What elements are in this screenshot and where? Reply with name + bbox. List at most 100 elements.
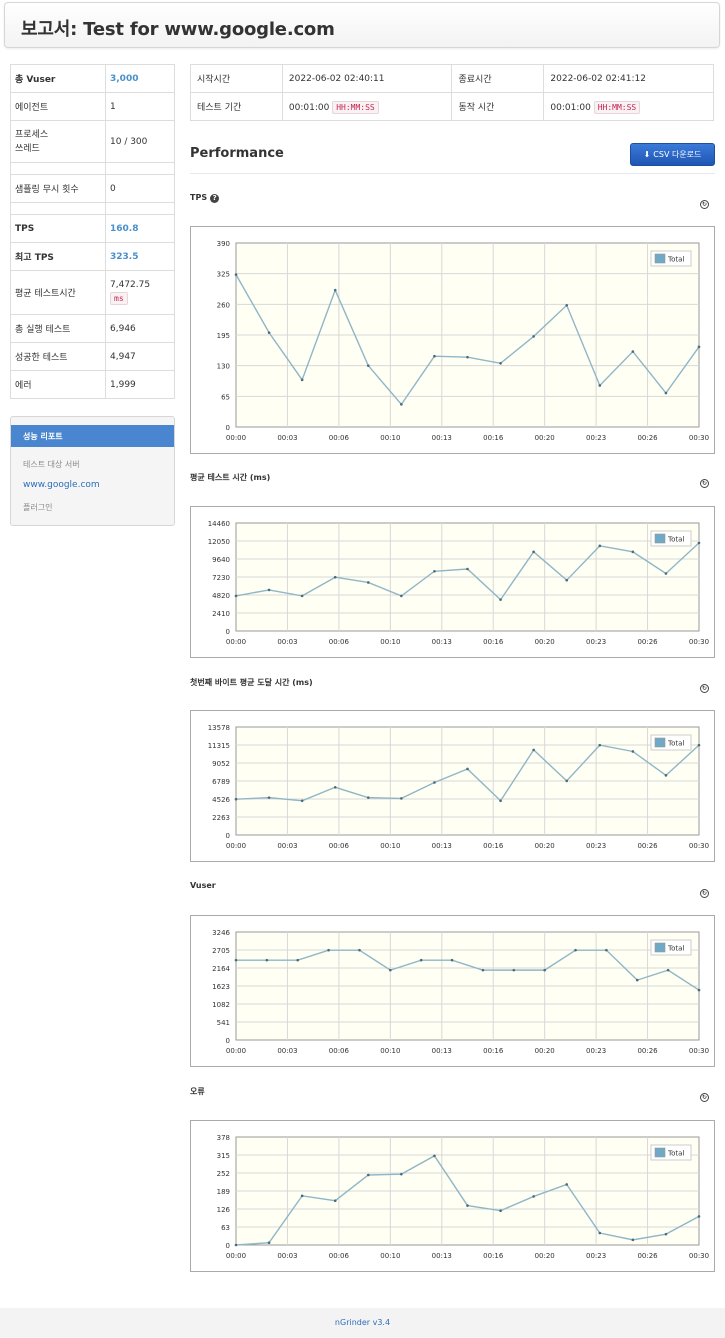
data-point [666,968,670,972]
x-tick-label: 00:00 [226,434,246,442]
summary-label: 프로세스 쓰레드 [10,120,106,163]
y-tick-label: 7230 [212,574,230,582]
summary-spacer [10,162,175,175]
x-tick-label: 00:13 [432,842,452,850]
x-tick-label: 00:23 [586,1252,606,1260]
unit-badge: HH:MM:SS [332,101,379,114]
data-point [499,598,502,601]
y-tick-label: 2164 [212,965,230,973]
summary-label: 에이전트 [10,92,106,121]
data-point [466,767,469,771]
end-time-label: 종료시간 [451,64,545,93]
chart-tps: 390 325 260 195 130 65 0 00:00 00:03 00:06 00:10 00… [190,226,715,454]
summary-table: 총 Vuser 3,000 에이전트 1 프로세스 쓰레드 10 / 300 샘… [10,64,175,399]
nav-link-target-host[interactable]: www.google.com [11,470,174,490]
chart-mean-test-time-svg: 14460 12050 9640 7230 4820 2410 0 00:00 00:03 00:… [208,520,709,646]
report-nav-panel: 성능 리포트 테스트 대상 서버 www.google.com 플러그인 [10,416,175,526]
chart-title-vuser: Vuser [190,881,216,890]
y-tick-label: 126 [217,1206,231,1214]
x-tick-label: 00:13 [432,1252,452,1260]
x-tick-label: 00:13 [432,638,452,646]
data-point [664,774,668,777]
x-tick-label: 00:03 [277,638,297,646]
data-point [267,796,271,799]
data-point [366,364,370,367]
x-tick-label: 00:20 [535,434,555,442]
summary-row-errors: 에러 1,999 [10,370,175,399]
expand-icon[interactable]: ↻ [700,684,709,693]
summary-value: 160.8 [105,214,175,243]
x-tick-label: 00:20 [535,1252,555,1260]
footer-version[interactable]: nGrinder v3.4 [335,1318,390,1327]
data-point [433,354,436,358]
data-point [664,1232,668,1236]
y-tick-label: 4820 [212,592,230,600]
legend-swatch [654,1147,666,1158]
nav-header-performance-report[interactable]: 성능 리포트 [11,425,174,447]
footer: nGrinder v3.4 [0,1308,725,1338]
y-tick-label: 6789 [212,778,230,786]
expand-icon[interactable]: ↻ [700,889,709,898]
x-tick-label: 00:30 [689,1047,709,1055]
x-tick-label: 00:23 [586,434,606,442]
chart-tps-svg: 390 325 260 195 130 65 0 00:00 00:03 00:06 00:10 00… [217,240,709,442]
expand-icon[interactable]: ↻ [700,479,709,488]
summary-label: 총 Vuser [10,64,106,93]
x-tick-label: 00:26 [637,1252,658,1260]
run-time-label: 동작 시간 [451,92,545,121]
chart-time-to-first-byte-svg: 13578 11315 9052 6789 4526 2263 0 00:00 00:03 00:… [208,724,709,850]
legend-label: Total [667,256,684,264]
summary-row-peak-tps: 최고 TPS 323.5 [10,242,175,271]
data-point [433,569,436,573]
data-point [532,550,535,554]
x-tick-label: 00:00 [226,842,246,850]
chart-title-tps: TPS? [190,193,220,203]
y-tick-label: 252 [217,1170,230,1178]
expand-icon[interactable]: ↻ [700,200,709,209]
x-tick-label: 00:03 [277,434,297,442]
x-tick-label: 00:16 [483,1047,504,1055]
test-period-label: 테스트 기간 [190,92,283,121]
y-tick-label: 9052 [212,760,230,768]
data-point [327,948,330,952]
csv-download-label: CSV 다운로드 [653,150,702,159]
chart-time-to-first-byte: 13578 11315 9052 6789 4526 2263 0 00:00 00:03 00:… [190,710,715,862]
data-point [565,1183,569,1186]
x-tick-label: 00:10 [380,434,400,442]
x-tick-label: 00:06 [329,842,350,850]
data-point [333,575,337,579]
legend-swatch [654,253,666,264]
x-tick-label: 00:30 [689,638,709,646]
y-tick-label: 195 [217,332,230,340]
x-tick-label: 00:20 [535,842,555,850]
help-icon[interactable]: ? [210,194,220,203]
x-tick-label: 00:06 [329,1252,350,1260]
x-tick-label: 00:00 [226,638,246,646]
data-point [631,350,635,353]
chart-title-time-to-first-byte: 첫번째 바이트 평균 도달 시간 (ms) [190,677,313,688]
csv-download-button[interactable]: ⬇ CSV 다운로드 [630,143,715,166]
y-tick-label: 378 [217,1134,230,1142]
y-tick-label: 1623 [212,983,230,991]
legend-swatch [654,737,666,748]
y-tick-label: 2263 [212,814,230,822]
legend-swatch [654,533,666,544]
data-point [543,968,546,972]
expand-icon[interactable]: ↻ [700,1093,709,1102]
chart-vuser-svg: 3246 2705 2164 1623 1082 541 0 00:00 00:03 00:06 0… [212,929,709,1055]
x-tick-label: 00:00 [226,1047,246,1055]
data-point [631,1238,635,1242]
summary-value: 1 [105,92,175,121]
data-point [234,1243,238,1247]
y-tick-label: 11315 [208,742,230,750]
chart-errors: 378 315 252 189 126 63 0 00:00 00:03 00:06 00:10 00… [190,1120,715,1272]
data-point [605,948,608,952]
data-point [400,797,403,800]
y-tick-label: 130 [217,363,230,371]
data-point [499,799,502,803]
x-tick-label: 00:16 [483,434,504,442]
summary-row-tps: TPS 160.8 [10,214,175,243]
data-point [234,958,238,962]
data-point [697,1215,701,1218]
data-point [366,581,370,584]
